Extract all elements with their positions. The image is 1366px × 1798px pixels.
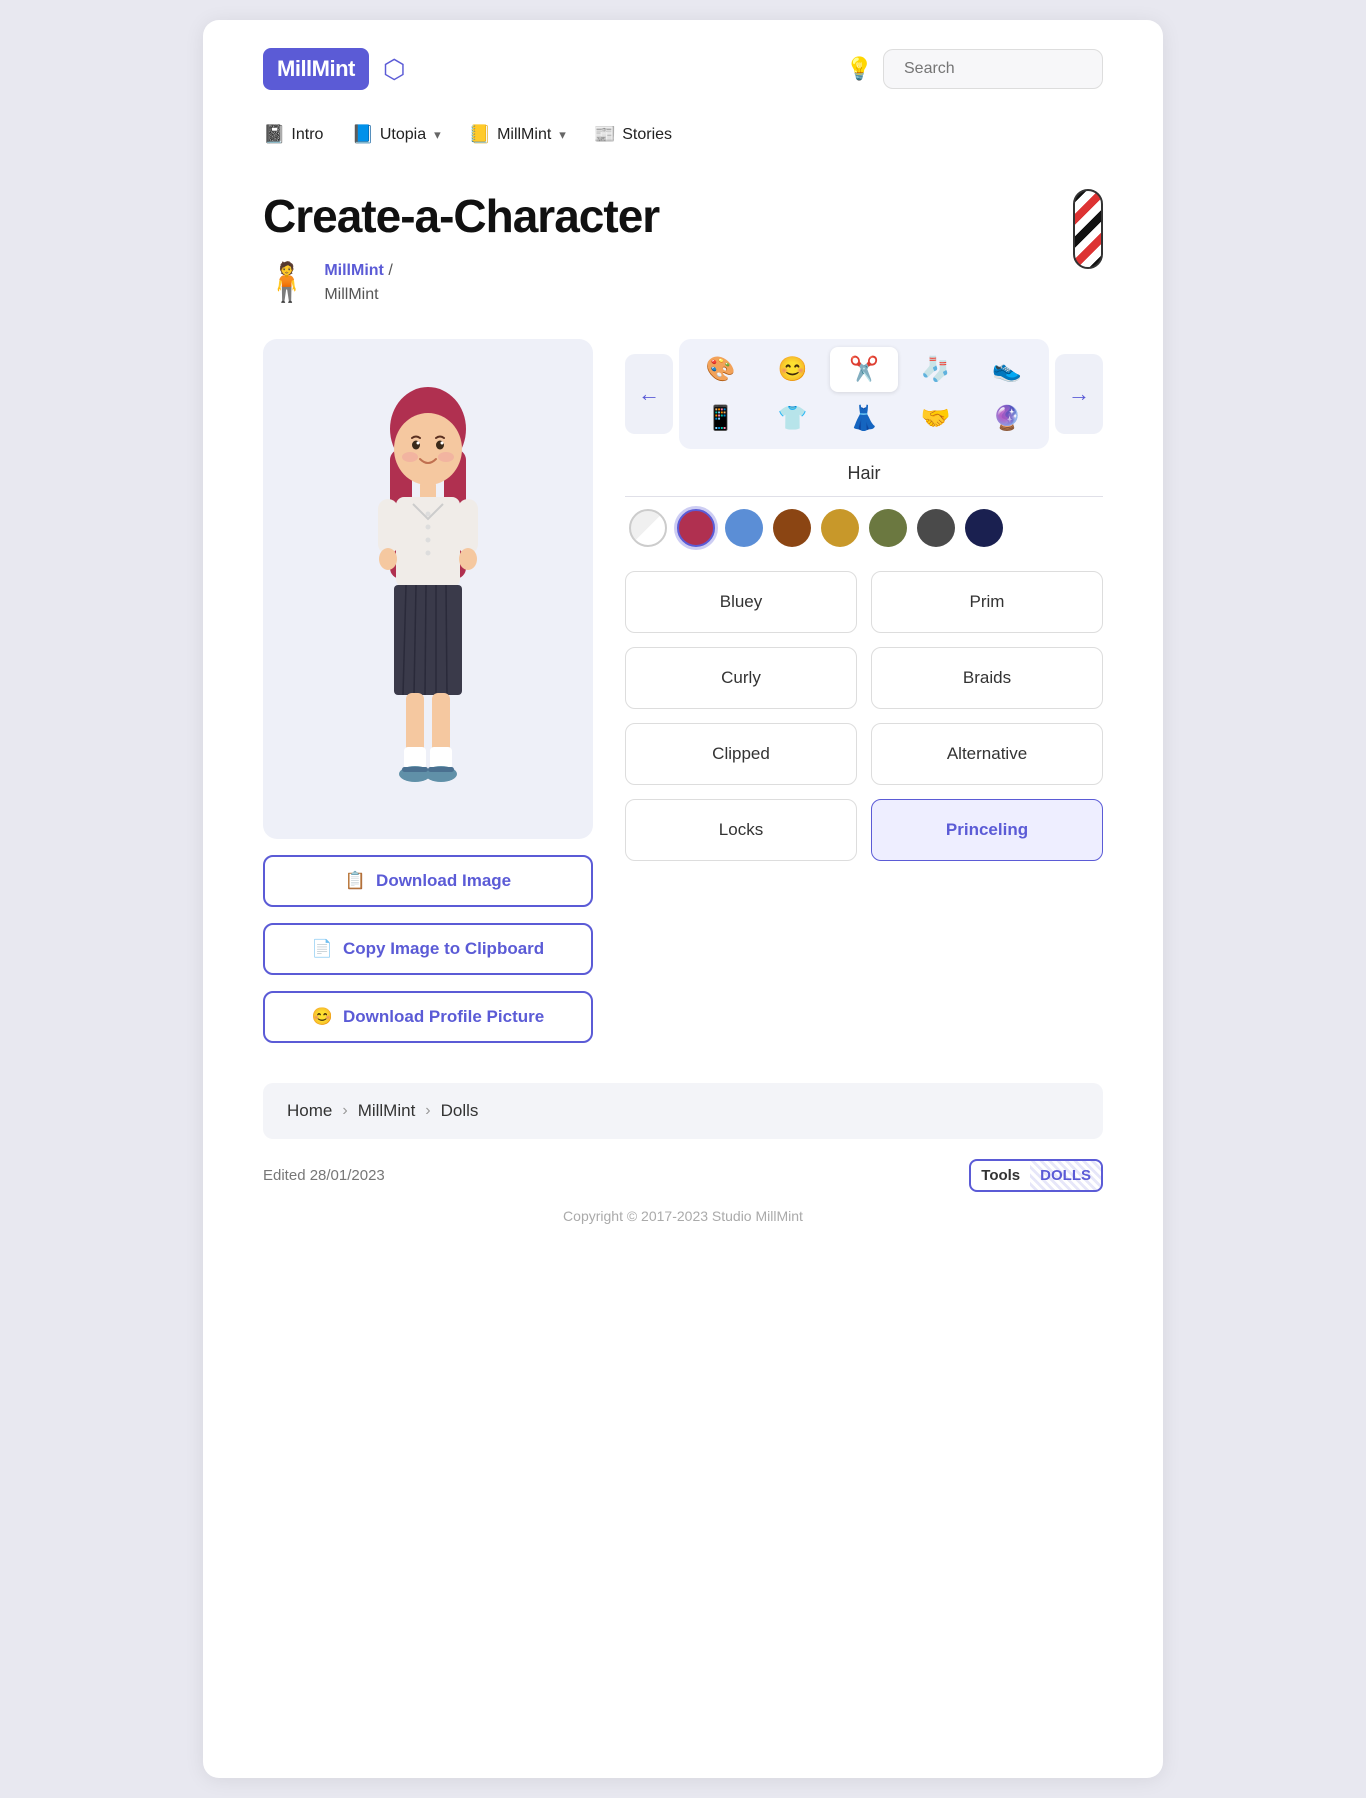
chevron-down-icon: ▾: [434, 127, 441, 143]
color-swatch-navy[interactable]: [965, 509, 1003, 547]
nav-label-utopia: Utopia: [380, 126, 426, 144]
logo-badge[interactable]: MillMint: [263, 48, 369, 90]
persona-figure-icon: 🧍: [263, 261, 310, 305]
category-tabs: ← 🎨 😊 ✂️ 🧦 👟 📱 👕 👗 🤝 🔮 →: [625, 339, 1103, 449]
tab-accessories2[interactable]: 🔮: [973, 396, 1041, 441]
barber-pole-decoration: [1073, 189, 1103, 269]
color-swatch-brown[interactable]: [773, 509, 811, 547]
tools-label: Tools: [971, 1161, 1030, 1190]
dolls-label: DOLLS: [1030, 1161, 1101, 1190]
header-left: MillMint ⬡: [263, 48, 406, 90]
tab-phone[interactable]: 📱: [687, 396, 755, 441]
color-swatch-blue[interactable]: [725, 509, 763, 547]
arrow-left-icon: ←: [638, 381, 660, 407]
hair-option-clipped[interactable]: Clipped: [625, 723, 857, 785]
edited-timestamp: Edited 28/01/2023: [263, 1167, 385, 1184]
clipboard-icon: 📄: [312, 939, 333, 959]
breadcrumb-sep-1: ›: [342, 1102, 347, 1120]
tools-dolls-badge: Tools DOLLS: [969, 1159, 1103, 1192]
color-swatch-dark[interactable]: [917, 509, 955, 547]
breadcrumb-sep-2: ›: [425, 1102, 430, 1120]
hair-option-princeling[interactable]: Princeling: [871, 799, 1103, 861]
character-svg: [328, 359, 528, 819]
download-profile-button[interactable]: 😊 Download Profile Picture: [263, 991, 593, 1043]
main-content: 📋 Download Image 📄 Copy Image to Clipboa…: [203, 339, 1163, 1043]
hair-options-grid: Bluey Prim Curly Braids Clipped Alternat…: [625, 571, 1103, 861]
breadcrumb-dolls[interactable]: Dolls: [441, 1101, 479, 1121]
copy-clipboard-label: Copy Image to Clipboard: [343, 939, 544, 959]
chevron-down-icon-2: ▾: [559, 127, 566, 143]
nav-item-utopia[interactable]: 📘 Utopia ▾: [351, 124, 440, 145]
copy-clipboard-button[interactable]: 📄 Copy Image to Clipboard: [263, 923, 593, 975]
download-image-label: Download Image: [376, 871, 511, 891]
breadcrumb-footer: Home › MillMint › Dolls: [263, 1083, 1103, 1139]
customizer: ← 🎨 😊 ✂️ 🧦 👟 📱 👕 👗 🤝 🔮 →: [625, 339, 1103, 861]
character-preview: [263, 339, 593, 839]
search-wrapper: 💡: [846, 49, 1103, 89]
nav-item-intro[interactable]: 📓 Intro: [263, 124, 323, 145]
download-icon: 📋: [345, 871, 366, 891]
hair-option-curly[interactable]: Curly: [625, 647, 857, 709]
tab-socks[interactable]: 🧦: [902, 347, 970, 392]
tab-dress[interactable]: 👗: [830, 396, 898, 441]
tab-next-button[interactable]: →: [1055, 354, 1103, 434]
utopia-icon: 📘: [351, 124, 373, 145]
tab-prev-button[interactable]: ←: [625, 354, 673, 434]
tab-shoes[interactable]: 👟: [973, 347, 1041, 392]
hair-option-alternative[interactable]: Alternative: [871, 723, 1103, 785]
hair-option-prim[interactable]: Prim: [871, 571, 1103, 633]
network-icon: ⬡: [383, 54, 406, 85]
nav-label-stories: Stories: [622, 126, 672, 144]
page-title-section: Create-a-Character 🧍 MillMint /MillMint: [203, 169, 1163, 339]
tabs-grid: 🎨 😊 ✂️ 🧦 👟 📱 👕 👗 🤝 🔮: [679, 339, 1049, 449]
breadcrumb-home[interactable]: Home: [287, 1101, 332, 1121]
navigation: 📓 Intro 📘 Utopia ▾ 📒 MillMint ▾ 📰 Storie…: [203, 110, 1163, 169]
tab-face[interactable]: 😊: [759, 347, 827, 392]
nav-label-millmint: MillMint: [497, 126, 551, 144]
hair-option-locks[interactable]: Locks: [625, 799, 857, 861]
persona-breadcrumb: MillMint /MillMint: [324, 259, 392, 307]
nav-item-stories[interactable]: 📰 Stories: [594, 124, 672, 145]
millmint-nav-icon: 📒: [469, 124, 491, 145]
download-image-button[interactable]: 📋 Download Image: [263, 855, 593, 907]
stories-icon: 📰: [594, 124, 616, 145]
smiley-icon: 😊: [312, 1007, 333, 1027]
intro-icon: 📓: [263, 124, 285, 145]
hair-option-braids[interactable]: Braids: [871, 647, 1103, 709]
nav-item-millmint[interactable]: 📒 MillMint ▾: [469, 124, 566, 145]
color-swatch-red[interactable]: [677, 509, 715, 547]
color-swatch-golden[interactable]: [821, 509, 859, 547]
header: MillMint ⬡ 💡: [203, 20, 1163, 110]
color-row: [625, 509, 1103, 547]
color-swatch-olive[interactable]: [869, 509, 907, 547]
page-title: Create-a-Character: [263, 189, 659, 243]
footer-row: Edited 28/01/2023 Tools DOLLS: [203, 1159, 1163, 1192]
tab-palette[interactable]: 🎨: [687, 347, 755, 392]
copyright-text: Copyright © 2017-2023 Studio MillMint: [203, 1192, 1163, 1224]
color-swatch-none[interactable]: [629, 509, 667, 547]
section-title: Hair: [625, 463, 1103, 497]
search-input[interactable]: [883, 49, 1103, 89]
arrow-right-icon: →: [1068, 381, 1090, 407]
tab-hands[interactable]: 🤝: [902, 396, 970, 441]
hair-option-bluey[interactable]: Bluey: [625, 571, 857, 633]
tab-shirt[interactable]: 👕: [759, 396, 827, 441]
bulb-icon: 💡: [846, 56, 873, 82]
tab-scissors[interactable]: ✂️: [830, 347, 898, 392]
nav-label-intro: Intro: [291, 126, 323, 144]
character-section: 📋 Download Image 📄 Copy Image to Clipboa…: [263, 339, 593, 1043]
breadcrumb-millmint[interactable]: MillMint: [358, 1101, 416, 1121]
download-profile-label: Download Profile Picture: [343, 1007, 544, 1027]
breadcrumb-persona: 🧍 MillMint /MillMint: [263, 259, 659, 307]
